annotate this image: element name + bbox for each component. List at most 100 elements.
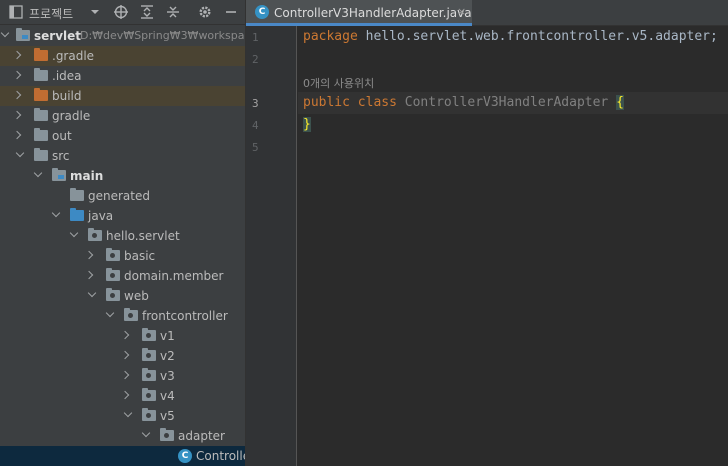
tree-item-v4[interactable]: v4 (0, 386, 245, 406)
package-icon (142, 328, 156, 341)
tree-item-adapter[interactable]: adapter (0, 426, 245, 446)
gear-icon[interactable] (198, 4, 212, 20)
tree-item-label: v3 (160, 369, 175, 383)
package-icon (106, 248, 120, 261)
chevron-right-icon[interactable] (12, 50, 22, 60)
tree-item-label: servlet (34, 29, 82, 43)
chevron-down-icon[interactable] (0, 28, 10, 38)
tree-item-main[interactable]: main (0, 166, 245, 186)
editor-tab[interactable]: C ControllerV3HandlerAdapter.java × (246, 0, 472, 26)
chevron-right-icon[interactable] (120, 370, 130, 380)
brace-close: } (303, 117, 311, 132)
brace-open: { (616, 95, 624, 110)
tree-item-src[interactable]: src (0, 146, 245, 166)
tree-item-idea[interactable]: .idea (0, 66, 245, 86)
tree-item-java[interactable]: java (0, 206, 245, 226)
chevron-down-icon[interactable] (15, 148, 25, 158)
editor-tab-label: ControllerV3HandlerAdapter.java (274, 6, 472, 20)
chevron-down-icon[interactable] (33, 168, 43, 178)
tree-item-domain-member[interactable]: domain.member (0, 266, 245, 286)
tree-item-label: basic (124, 249, 156, 263)
tree-item-gradle[interactable]: gradle (0, 106, 245, 126)
tree-item-controller-v3-handler-adapter[interactable]: C Controlle (0, 446, 245, 466)
tree-item-label: web (124, 289, 149, 303)
tree-item-label: v2 (160, 349, 175, 363)
code-area[interactable]: package hello.servlet.web.frontcontrolle… (298, 26, 728, 466)
chevron-down-icon[interactable] (90, 4, 100, 20)
tree-item-label: gradle (52, 109, 91, 123)
package-icon (106, 288, 120, 301)
package-icon (106, 268, 120, 281)
tree-item-label: adapter (178, 429, 225, 443)
tree-item-v3[interactable]: v3 (0, 366, 245, 386)
usage-hint[interactable]: 0개의 사용위치 (303, 75, 374, 91)
tree-item-label: .gradle (52, 49, 95, 63)
project-panel-title[interactable]: 프로젝트 (29, 5, 73, 22)
tree-item-label: v4 (160, 389, 175, 403)
tree-item-label: java (88, 209, 114, 223)
chevron-right-icon[interactable] (84, 270, 94, 280)
tree-item-label: frontcontroller (142, 309, 228, 323)
module-folder-icon (52, 168, 66, 181)
line-number: 1 (252, 31, 259, 44)
tree-item-servlet[interactable]: servlet D:₩dev₩Spring₩3₩workspace (0, 26, 245, 46)
keyword: class (357, 95, 397, 110)
hide-panel-icon[interactable] (225, 4, 237, 20)
package-icon (160, 428, 174, 441)
tree-item-out[interactable]: out (0, 126, 245, 146)
module-path: D:₩dev₩Spring₩3₩workspace (80, 29, 245, 42)
project-panel: 프로젝트 servlet D:₩dev₩Spring₩3₩workspace .… (0, 0, 245, 466)
tree-item-label: out (52, 129, 72, 143)
tree-item-basic[interactable]: basic (0, 246, 245, 266)
expand-all-icon[interactable] (140, 4, 154, 20)
tree-item-v1[interactable]: v1 (0, 326, 245, 346)
tree-item-frontcontroller[interactable]: frontcontroller (0, 306, 245, 326)
package-name: hello.servlet.web.frontcontroller.v5.ada… (357, 29, 718, 44)
package-icon (142, 408, 156, 421)
code-line-4: } (303, 117, 311, 132)
package-icon (142, 368, 156, 381)
tree-item-label: hello.servlet (106, 229, 180, 243)
chevron-right-icon[interactable] (120, 350, 130, 360)
chevron-down-icon[interactable] (141, 428, 151, 438)
tree-item-hello-servlet[interactable]: hello.servlet (0, 226, 245, 246)
close-icon[interactable]: × (457, 5, 466, 18)
tree-item-gradle-hidden[interactable]: .gradle (0, 46, 245, 66)
chevron-right-icon[interactable] (84, 250, 94, 260)
tree-item-generated[interactable]: generated (0, 186, 245, 206)
tree-item-label: domain.member (124, 269, 224, 283)
chevron-down-icon[interactable] (51, 208, 61, 218)
tree-item-build[interactable]: build (0, 86, 245, 106)
chevron-down-icon[interactable] (105, 308, 115, 318)
project-view-icon[interactable] (9, 4, 23, 20)
tree-item-v5[interactable]: v5 (0, 406, 245, 426)
chevron-right-icon[interactable] (12, 70, 22, 80)
chevron-right-icon[interactable] (12, 130, 22, 140)
chevron-right-icon[interactable] (120, 330, 130, 340)
keyword: public (303, 95, 350, 110)
chevron-down-icon[interactable] (123, 408, 133, 418)
chevron-right-icon[interactable] (12, 110, 22, 120)
line-number: 3 (252, 97, 259, 110)
package-icon (142, 348, 156, 361)
tree-item-v2[interactable]: v2 (0, 346, 245, 366)
collapse-all-icon[interactable] (166, 4, 180, 20)
tree-item-web[interactable]: web (0, 286, 245, 306)
package-icon (124, 308, 138, 321)
tree-item-label: .idea (52, 69, 82, 83)
folder-icon (34, 108, 48, 121)
tree-item-label: build (52, 89, 82, 103)
class-icon: C (255, 5, 269, 19)
class-icon: C (178, 449, 192, 463)
chevron-right-icon[interactable] (12, 90, 22, 100)
chevron-down-icon[interactable] (69, 228, 79, 238)
tree-item-label: v5 (160, 409, 175, 423)
locate-icon[interactable] (114, 4, 128, 20)
chevron-right-icon[interactable] (120, 390, 130, 400)
folder-icon (34, 148, 48, 161)
chevron-down-icon[interactable] (87, 288, 97, 298)
tree-item-label: main (70, 169, 104, 183)
tree-item-label: src (52, 149, 70, 163)
folder-icon (34, 128, 48, 141)
line-number: 5 (252, 141, 259, 154)
